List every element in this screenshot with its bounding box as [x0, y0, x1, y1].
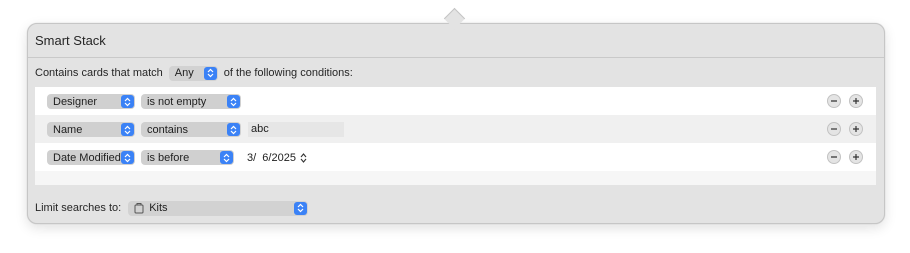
operator-value: is before: [147, 151, 190, 164]
chevron-up-down-icon: [294, 201, 308, 215]
chevron-up-down-icon: [203, 66, 217, 80]
chevron-up-down-icon: [220, 151, 233, 164]
limit-scope-popup[interactable]: Kits: [128, 200, 309, 216]
kit-icon: [134, 202, 144, 214]
operator-popup[interactable]: is not empty: [141, 94, 241, 109]
smart-stack-popover: Smart Stack Contains cards that match An…: [27, 23, 885, 224]
condition-row: Name contains abc: [35, 115, 876, 143]
limit-label: Limit searches to:: [35, 202, 122, 214]
remove-condition-button[interactable]: [827, 150, 841, 164]
remove-condition-button[interactable]: [827, 94, 841, 108]
add-condition-button[interactable]: [849, 94, 863, 108]
match-mode-value: Any: [174, 67, 194, 79]
plus-icon: [853, 154, 859, 160]
field-popup[interactable]: Name: [47, 122, 135, 137]
match-line: Contains cards that match Any of the fol…: [35, 65, 353, 81]
operator-value: contains: [147, 123, 188, 136]
match-suffix-label: of the following conditions:: [223, 67, 353, 79]
condition-row: Designer is not empty: [35, 87, 876, 115]
chevron-up-down-icon: [121, 123, 134, 136]
stepper-icon[interactable]: [300, 152, 307, 164]
chevron-up-down-icon: [227, 123, 240, 136]
conditions-list: Designer is not empty Name contains abc …: [35, 87, 876, 185]
field-value: Date Modified: [53, 151, 121, 164]
field-popup[interactable]: Date Modified: [47, 150, 135, 165]
limit-line: Limit searches to: Kits: [35, 200, 309, 216]
minus-icon: [831, 156, 837, 158]
chevron-up-down-icon: [121, 95, 134, 108]
condition-value-field[interactable]: abc: [248, 122, 344, 137]
limit-scope-value: Kits: [149, 202, 168, 214]
add-condition-button[interactable]: [849, 122, 863, 136]
operator-popup[interactable]: contains: [141, 122, 241, 137]
chevron-up-down-icon: [121, 151, 134, 164]
date-value: 3/ 6/2025: [247, 151, 296, 164]
condition-row: Date Modified is before 3/ 6/2025: [35, 143, 876, 171]
operator-popup[interactable]: is before: [141, 150, 234, 165]
title-divider: [28, 57, 884, 58]
match-prefix-label: Contains cards that match: [35, 67, 163, 79]
field-value: Designer: [53, 95, 98, 108]
field-value: Name: [53, 123, 83, 136]
plus-icon: [853, 98, 859, 104]
operator-value: is not empty: [147, 95, 207, 108]
minus-icon: [831, 100, 837, 102]
popover-title: Smart Stack: [35, 33, 106, 48]
plus-icon: [853, 126, 859, 132]
remove-condition-button[interactable]: [827, 122, 841, 136]
add-condition-button[interactable]: [849, 150, 863, 164]
minus-icon: [831, 128, 837, 130]
chevron-up-down-icon: [227, 95, 240, 108]
match-mode-popup[interactable]: Any: [168, 65, 218, 81]
date-field[interactable]: 3/ 6/2025: [241, 149, 311, 166]
field-popup[interactable]: Designer: [47, 94, 135, 109]
